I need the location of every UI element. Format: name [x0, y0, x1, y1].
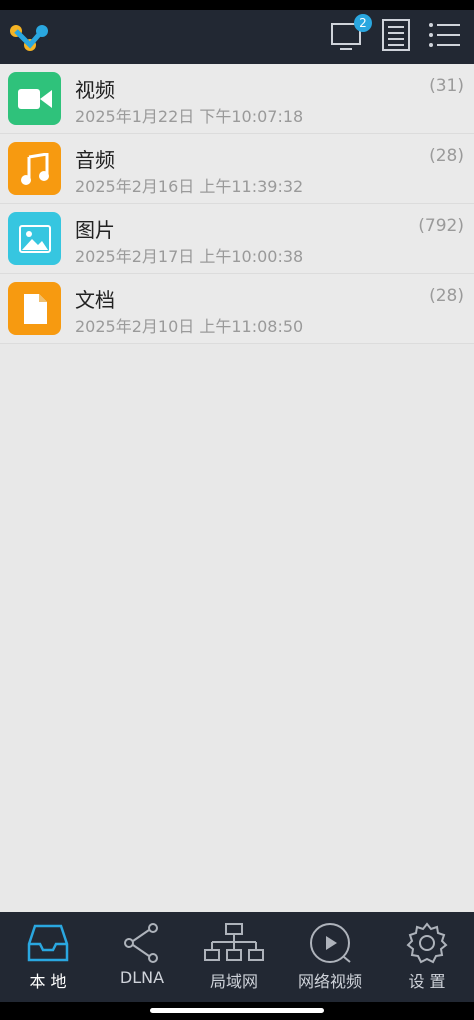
status-bar [0, 0, 474, 10]
tab-label: 本 地 [29, 972, 67, 991]
item-date: 2025年1月22日 下午10:07:18 [75, 107, 304, 126]
item-count: (31) [429, 76, 464, 96]
image-icon [8, 212, 61, 265]
document-icon [8, 282, 61, 335]
item-count: (792) [418, 216, 464, 236]
menu-button[interactable] [428, 18, 464, 54]
tab-lan[interactable]: 局域网 [188, 912, 280, 1002]
list-item-video[interactable]: 视频 2025年1月22日 下午10:07:18 (31) [0, 64, 474, 134]
cast-badge: 2 [354, 14, 372, 32]
tab-label: 局域网 [209, 972, 258, 991]
inbox-icon [27, 924, 69, 962]
item-count: (28) [429, 146, 464, 166]
video-camera-icon [8, 72, 61, 125]
item-title: 图片 [75, 218, 115, 242]
home-indicator[interactable] [150, 1008, 324, 1013]
list-item-audio[interactable]: 音频 2025年2月16日 上午11:39:32 (28) [0, 134, 474, 204]
item-title: 视频 [75, 78, 115, 102]
tab-label: DLNA [119, 968, 165, 987]
gear-icon [406, 922, 448, 964]
item-date: 2025年2月10日 上午11:08:50 [75, 317, 304, 336]
share-icon [124, 923, 158, 963]
tab-label: 网络视频 [297, 972, 362, 991]
tab-local[interactable]: 本 地 [0, 912, 96, 1002]
music-note-icon [8, 142, 61, 195]
item-count: (28) [429, 286, 464, 306]
tab-settings[interactable]: 设 置 [380, 912, 474, 1002]
item-date: 2025年2月16日 上午11:39:32 [75, 177, 304, 196]
tab-label: 设 置 [408, 972, 446, 991]
grid-view-button[interactable] [380, 18, 416, 54]
tab-online-video[interactable]: 网络视频 [280, 912, 380, 1002]
network-icon [204, 923, 264, 961]
media-category-list: 视频 2025年1月22日 下午10:07:18 (31) 音频 2025年2月… [0, 64, 474, 344]
list-item-images[interactable]: 图片 2025年2月17日 上午10:00:38 (792) [0, 204, 474, 274]
item-title: 文档 [75, 288, 115, 312]
menu-icon [429, 23, 460, 47]
top-toolbar: 2 [0, 10, 474, 64]
list-item-documents[interactable]: 文档 2025年2月10日 上午11:08:50 (28) [0, 274, 474, 344]
item-title: 音频 [75, 148, 115, 172]
tab-dlna[interactable]: DLNA [96, 912, 188, 1002]
list-view-icon [382, 19, 410, 51]
bottom-nav: 本 地 DLNA 局域网 网络视频 设 置 [0, 912, 474, 1002]
item-date: 2025年2月17日 上午10:00:38 [75, 247, 304, 266]
home-indicator-bar [0, 1002, 474, 1020]
cast-screen-button[interactable]: 2 [330, 14, 372, 54]
play-circle-icon [310, 923, 351, 963]
app-logo-icon[interactable] [8, 19, 50, 55]
